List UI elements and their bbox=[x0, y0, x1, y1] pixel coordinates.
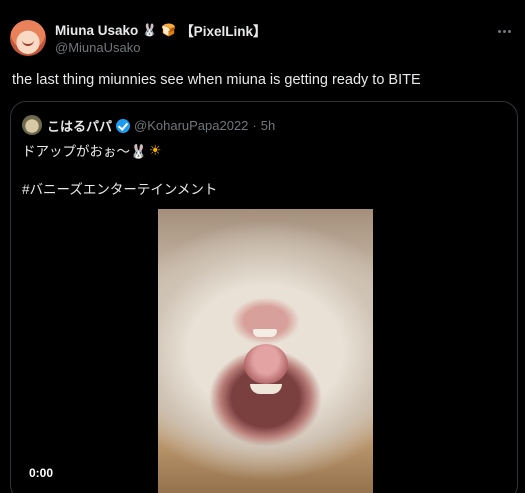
author-display-name[interactable]: Miuna Usako bbox=[55, 23, 138, 38]
author-avatar[interactable] bbox=[10, 20, 46, 56]
author-row: Miuna Usako 🐰 🍞 【PixelLink】 bbox=[55, 21, 267, 40]
quoted-author-avatar[interactable] bbox=[22, 115, 42, 135]
quoted-timestamp[interactable]: 5h bbox=[261, 118, 275, 133]
rabbit-chin bbox=[250, 384, 282, 394]
bread-emoji-icon: 🍞 bbox=[161, 23, 177, 37]
quoted-author-row: こはるパパ @KoharuPapa2022 · 5h bbox=[47, 116, 275, 135]
video-player[interactable] bbox=[158, 209, 373, 493]
rabbit-mouth bbox=[244, 344, 288, 384]
more-dot-icon bbox=[502, 29, 506, 33]
more-dot-icon bbox=[497, 29, 501, 33]
quoted-hashtag[interactable]: #バニーズエンターテインメント bbox=[22, 178, 217, 198]
sun-emoji-icon: ☀ bbox=[148, 141, 162, 158]
separator-dot: · bbox=[252, 118, 257, 133]
rabbit-teeth bbox=[253, 329, 277, 337]
quoted-tweet-card[interactable]: こはるパパ @KoharuPapa2022 · 5h ドアップがおぉ〜🐰 ☀ #… bbox=[10, 101, 518, 493]
quoted-text-line-1: ドアップがおぉ〜🐰 ☀ bbox=[22, 140, 161, 160]
more-options-button[interactable] bbox=[493, 22, 515, 40]
rabbit-emoji-icon: 🐰 bbox=[142, 23, 158, 37]
more-dot-icon bbox=[507, 29, 511, 33]
quoted-author-display-name[interactable]: こはるパパ bbox=[47, 116, 112, 135]
author-tag: 【PixelLink】 bbox=[180, 24, 267, 39]
tweet-text: the last thing miunnies see when miuna i… bbox=[12, 72, 421, 88]
quoted-author-handle[interactable]: @KoharuPapa2022 bbox=[134, 118, 248, 133]
author-handle[interactable]: @MiunaUsako bbox=[55, 40, 140, 55]
verified-badge-icon bbox=[116, 118, 131, 133]
video-timestamp: 0:00 bbox=[29, 466, 54, 480]
quoted-text: ドアップがおぉ〜🐰 bbox=[22, 144, 147, 159]
